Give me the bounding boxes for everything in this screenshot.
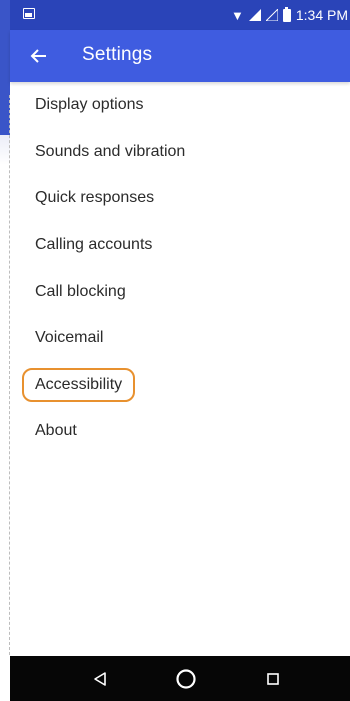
menu-item-calling-accounts[interactable]: Calling accounts — [10, 222, 350, 269]
battery-icon — [282, 6, 291, 22]
menu-item-voicemail[interactable]: Voicemail — [10, 315, 350, 362]
menu-item-label: Sounds and vibration — [35, 142, 186, 160]
page-title: Settings — [82, 44, 153, 65]
navigation-bar — [10, 656, 350, 701]
signal-empty-icon — [265, 9, 278, 21]
status-bar: ▼ 1:34 PM — [10, 0, 350, 30]
settings-menu: Display options Sounds and vibration Qui… — [10, 82, 350, 455]
menu-item-label: Display options — [35, 96, 144, 114]
back-triangle-icon[interactable] — [75, 656, 125, 701]
menu-item-label: Accessibility — [22, 367, 136, 402]
home-circle-icon[interactable] — [161, 656, 211, 701]
menu-item-accessibility[interactable]: Accessibility — [10, 362, 350, 409]
menu-item-quick-responses[interactable]: Quick responses — [10, 175, 350, 222]
app-bar: Settings — [10, 30, 350, 82]
menu-item-sounds-and-vibration[interactable]: Sounds and vibration — [10, 129, 350, 176]
menu-item-call-blocking[interactable]: Call blocking — [10, 268, 350, 315]
left-edge-bottom — [0, 656, 10, 701]
menu-item-about[interactable]: About — [10, 408, 350, 455]
menu-item-label: About — [35, 422, 77, 440]
status-indicators: ▼ 1:34 PM — [231, 4, 348, 26]
recents-square-icon[interactable] — [248, 656, 298, 701]
status-time: 1:34 PM — [295, 7, 348, 23]
wifi-icon: ▼ — [230, 7, 244, 23]
menu-item-label: Quick responses — [35, 189, 155, 207]
menu-item-display-options[interactable]: Display options — [10, 82, 350, 129]
arrow-back-icon[interactable] — [26, 44, 50, 68]
menu-item-label: Calling accounts — [35, 236, 153, 254]
image-notification-icon — [23, 8, 35, 19]
menu-item-label: Voicemail — [35, 329, 104, 347]
signal-icon — [248, 9, 261, 21]
menu-item-label: Call blocking — [35, 282, 126, 300]
